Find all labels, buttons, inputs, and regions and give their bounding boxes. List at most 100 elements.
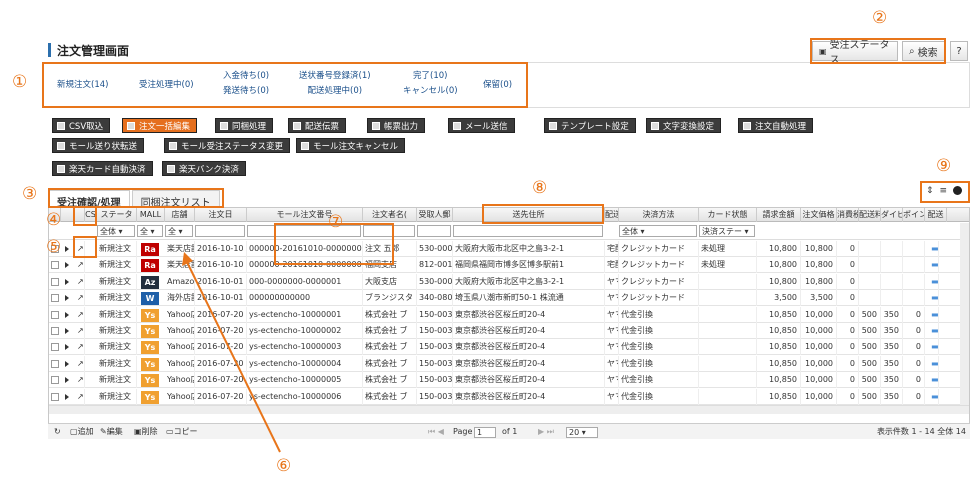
row-checkbox[interactable] (51, 392, 59, 401)
page-size-select[interactable]: 20 ▾ (566, 427, 598, 438)
expand-icon[interactable] (65, 262, 69, 269)
report-output-button[interactable]: 帳票出力 (367, 118, 426, 133)
page-input[interactable]: 1 (474, 427, 496, 438)
expand-icon[interactable] (65, 393, 69, 400)
row-checkbox[interactable] (51, 327, 59, 335)
bulk-edit-button[interactable]: 注文一括編集 (122, 118, 198, 133)
help-button[interactable]: ? (950, 41, 968, 61)
auto-process-button[interactable]: 注文自動処理 (738, 118, 814, 133)
card-filter[interactable]: 決済ステー ▾ (699, 225, 755, 237)
mail-send-button[interactable]: メール送信 (448, 118, 515, 133)
column-header[interactable]: モール注文番号 (247, 208, 363, 222)
template-settings-button[interactable]: テンプレート設定 (544, 118, 636, 133)
detail-icon[interactable]: ▬ (929, 257, 939, 274)
expand-icon[interactable] (65, 328, 69, 334)
column-header[interactable]: ダイビ (881, 208, 903, 222)
bundle-button[interactable]: 同梱処理 (215, 118, 274, 133)
column-header[interactable]: 配送 (605, 208, 619, 222)
column-header[interactable]: 店舗 (165, 208, 195, 222)
cell-ship: ヤマ (605, 290, 619, 307)
column-header[interactable]: 注文者名( (363, 208, 417, 222)
mall-status-change-button[interactable]: モール受注ステータス変更 (164, 138, 291, 153)
cell-card (699, 273, 757, 290)
column-header[interactable]: 請求金額 (757, 208, 801, 222)
detail-icon[interactable]: ▬ (929, 306, 939, 323)
expand-icon[interactable] (65, 344, 69, 351)
column-header[interactable]: 配送料 (859, 208, 881, 222)
detail-icon[interactable]: ▬ (929, 273, 939, 290)
column-header[interactable]: MALL (137, 208, 165, 222)
address-filter[interactable] (453, 225, 603, 237)
rakuten-bank-button[interactable]: 楽天バンク決済 (162, 161, 246, 176)
refresh-icon[interactable]: ↻ (54, 424, 61, 440)
cell-name: 株式会社 ブ (363, 355, 417, 372)
detail-icon[interactable]: ▬ (929, 241, 939, 257)
cell-pay: 代金引換 (619, 339, 699, 356)
expand-icon[interactable] (65, 278, 69, 285)
detail-icon[interactable]: ▬ (929, 339, 939, 356)
column-header[interactable]: 注文日 (195, 208, 247, 222)
row-checkbox[interactable] (51, 310, 59, 319)
expand-icon[interactable] (65, 295, 69, 302)
payment-filter[interactable]: 全体 ▾ (619, 225, 697, 237)
row-checkbox[interactable] (51, 261, 59, 270)
next-last-page-icon[interactable]: ▶ ⏭ (538, 424, 554, 440)
column-header[interactable]: 注文価格 (801, 208, 837, 222)
expand-icon[interactable] (65, 246, 69, 252)
column-header[interactable]: ポイン (903, 208, 925, 222)
cell-fee: 500 (859, 372, 881, 389)
expand-icon[interactable] (65, 377, 69, 384)
detail-icon[interactable]: ▬ (929, 372, 939, 389)
add-button[interactable]: ▢追加 (70, 424, 94, 440)
delete-button[interactable]: ▣削除 (134, 424, 158, 440)
edit-button[interactable]: ✎編集 (100, 424, 123, 440)
mall-filter[interactable]: 全 ▾ (137, 225, 163, 237)
status-filter[interactable]: 全体 ▾ (97, 225, 135, 237)
row-checkbox[interactable] (51, 277, 59, 286)
mall-badge: Ys (141, 357, 159, 371)
cell-ship: 宅配 (605, 241, 619, 257)
link-icon[interactable]: ↗ (75, 306, 85, 323)
cell-addr: 大阪府大阪市北区中之島3-2-1 (453, 241, 605, 257)
detail-icon[interactable]: ▬ (929, 355, 939, 372)
column-header[interactable]: 決済方法 (619, 208, 699, 222)
expand-icon[interactable] (65, 360, 69, 367)
detail-icon[interactable]: ▬ (929, 388, 939, 405)
cell-name: 株式会社 ブ (363, 339, 417, 356)
csv-import-button[interactable]: CSV取込 (52, 118, 111, 133)
mall-cancel-button[interactable]: モール注文キャンセル (296, 138, 406, 153)
rakuten-card-button[interactable]: 楽天カード自動決済 (52, 161, 153, 176)
date-filter[interactable] (195, 225, 245, 237)
link-icon[interactable]: ↗ (75, 257, 85, 274)
cell-tax: 0 (837, 372, 859, 389)
expand-icon[interactable] (65, 311, 69, 318)
link-icon[interactable]: ↗ (75, 372, 85, 389)
zip-filter[interactable] (417, 225, 451, 237)
detail-icon[interactable]: ▬ (929, 290, 939, 307)
first-prev-page-icon[interactable]: ⏮ ◀ (428, 424, 444, 440)
column-header[interactable]: 配送 (925, 208, 947, 222)
row-checkbox[interactable] (51, 376, 59, 385)
link-icon[interactable]: ↗ (75, 355, 85, 372)
mall-invoice-transfer-button[interactable]: モール送り状転送 (52, 138, 145, 153)
row-checkbox[interactable] (51, 359, 59, 368)
column-header[interactable]: カード状態 (699, 208, 757, 222)
link-icon[interactable]: ↗ (75, 339, 85, 356)
callout-number-1: ① (12, 72, 28, 92)
detail-icon[interactable]: ▬ (929, 323, 939, 339)
vertical-scrollbar[interactable] (960, 223, 969, 405)
link-icon[interactable]: ↗ (75, 290, 85, 307)
link-icon[interactable]: ↗ (75, 323, 85, 339)
trash-icon: ▣ (134, 427, 142, 436)
link-icon[interactable]: ↗ (75, 273, 85, 290)
shipping-slip-button[interactable]: 配送伝票 (288, 118, 347, 133)
row-checkbox[interactable] (51, 343, 59, 352)
column-header[interactable]: 受取人郵 (417, 208, 453, 222)
char-convert-button[interactable]: 文字変換設定 (646, 118, 722, 133)
row-checkbox[interactable] (51, 294, 59, 303)
store-filter[interactable]: 全 ▾ (165, 225, 193, 237)
cell-p (903, 241, 925, 257)
column-header[interactable]: 消費税 (837, 208, 859, 222)
link-icon[interactable]: ↗ (75, 388, 85, 405)
column-header[interactable]: ステータ (97, 208, 137, 222)
